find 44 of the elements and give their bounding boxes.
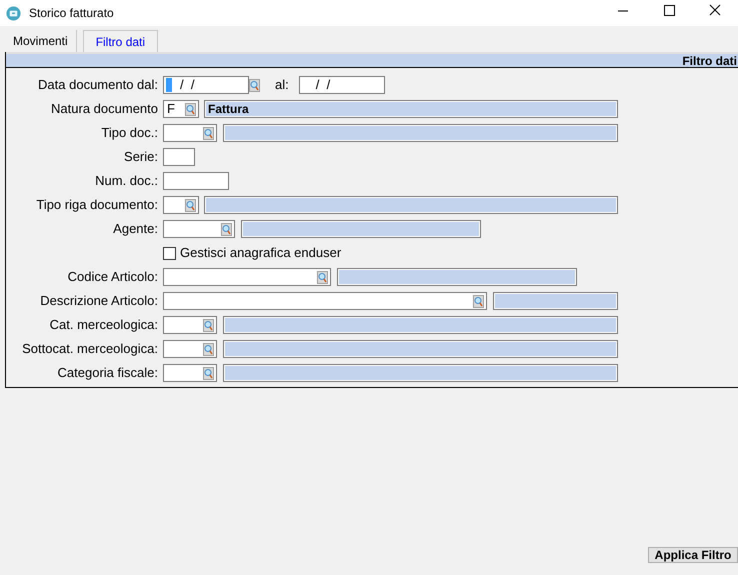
input-field[interactable] (163, 316, 217, 334)
field-label: Serie: (124, 149, 158, 164)
checkbox[interactable] (163, 246, 176, 260)
search-icon[interactable] (221, 222, 232, 236)
input-field[interactable] (163, 148, 195, 166)
input-field[interactable] (163, 292, 487, 310)
search-icon[interactable] (185, 102, 196, 116)
field-label: Agente: (113, 221, 158, 236)
search-icon[interactable] (249, 78, 260, 92)
field-label: al: (275, 76, 289, 94)
search-icon[interactable] (185, 198, 196, 212)
app-icon (6, 6, 21, 20)
input-field[interactable] (163, 124, 217, 142)
apply-filter-button[interactable]: Applica Filtro (648, 547, 738, 563)
input-field[interactable] (163, 220, 235, 238)
field-label: Categoria fiscale: (58, 365, 158, 380)
search-icon[interactable] (203, 366, 214, 380)
field-label: Tipo riga documento: (36, 197, 158, 212)
input-field[interactable] (163, 196, 199, 214)
input-field[interactable]: F (163, 100, 199, 118)
tab[interactable]: Filtro dati (82, 30, 158, 52)
input-field[interactable] (163, 364, 217, 382)
search-icon[interactable] (203, 318, 214, 332)
panel-title: Filtro dati (682, 54, 738, 66)
window-title: Storico fatturato (29, 5, 114, 22)
date-field[interactable]: / / (163, 76, 249, 94)
input-field[interactable] (163, 340, 217, 358)
field-label: Natura documento (51, 101, 158, 116)
search-icon[interactable] (473, 294, 484, 308)
field-label: Sottocat. merceologica: (22, 341, 158, 356)
description-field: Fattura (204, 100, 618, 118)
field-label: Data documento dal: (38, 77, 158, 92)
field-label: Codice Articolo: (68, 269, 158, 284)
search-icon[interactable] (203, 342, 214, 356)
field-label: Descrizione Articolo: (40, 293, 158, 308)
input-field[interactable] (163, 268, 331, 286)
search-icon[interactable] (203, 126, 214, 140)
field-label: Num. doc.: (95, 173, 158, 188)
search-icon[interactable] (317, 270, 328, 284)
field-label: Tipo doc.: (101, 125, 158, 140)
input-field[interactable] (163, 172, 229, 190)
date-field[interactable]: / / (298, 76, 385, 94)
checkbox-label: Gestisci anagrafica enduser (180, 244, 342, 262)
field-label: Cat. merceologica: (50, 317, 158, 332)
